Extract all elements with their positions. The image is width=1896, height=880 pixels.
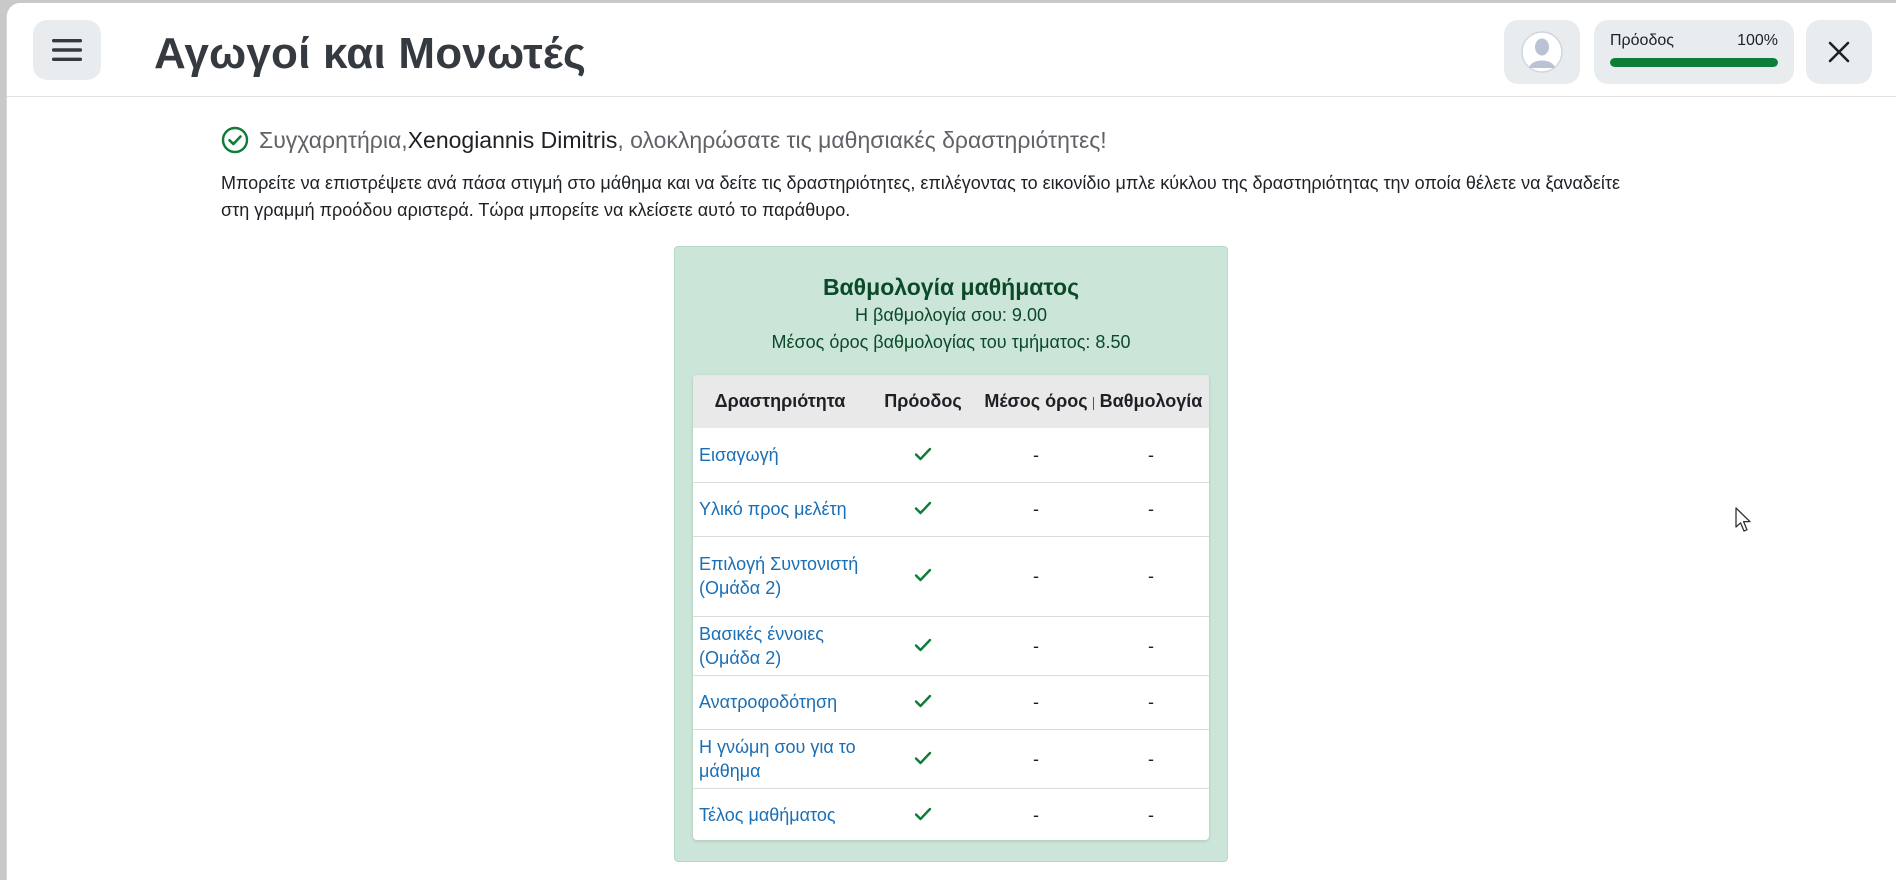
activity-link[interactable]: Βασικές έννοιες (Ομάδα 2)	[693, 616, 867, 676]
average-cell: -	[979, 675, 1093, 730]
check-icon	[914, 501, 932, 515]
instructions-text: Μπορείτε να επιστρέψετε ανά πάσα στιγμή …	[221, 173, 1621, 220]
activities-table-container: Δραστηριότητα Πρόοδος Μέσος όρος Βαθμολο…	[693, 375, 1209, 840]
activities-table: Δραστηριότητα Πρόοδος Μέσος όρος Βαθμολο…	[693, 375, 1209, 840]
table-header-row: Δραστηριότητα Πρόοδος Μέσος όρος Βαθμολο…	[693, 375, 1209, 428]
table-row: Εισαγωγή - -	[693, 428, 1209, 483]
mouse-cursor-icon	[1735, 507, 1751, 532]
progress-cell	[867, 482, 979, 537]
table-row: Επιλογή Συντονιστή (Ομάδα 2) - -	[693, 536, 1209, 617]
progress-label: Πρόοδος	[1610, 32, 1674, 49]
header-progress: Πρόοδος	[884, 391, 962, 411]
congrats-prefix: Συγχαρητήρια,	[259, 126, 408, 153]
average-cell: -	[979, 536, 1093, 617]
activity-link[interactable]: Εισαγωγή	[693, 428, 867, 483]
activity-link[interactable]: Τέλος μαθήματος	[693, 788, 867, 840]
activity-link[interactable]: Η γνώμη σου για το μάθημα	[693, 729, 867, 789]
progress-bar	[1610, 58, 1778, 67]
grade-cell: -	[1093, 675, 1209, 730]
your-grade: Η βαθμολογία σου: 9.00	[855, 305, 1047, 325]
check-icon	[914, 638, 932, 651]
grade-cell: -	[1093, 729, 1209, 789]
hamburger-icon	[52, 39, 82, 61]
check-icon	[914, 751, 932, 764]
average-cell: -	[1033, 805, 1039, 826]
progress-cell	[867, 616, 979, 676]
course-grade-card: Βαθμολογία μαθήματος Η βαθμολογία σου: 9…	[674, 246, 1228, 862]
table-row: Υλικό προς μελέτη - -	[693, 482, 1209, 537]
activity-link[interactable]: Ανατροφοδότηση	[693, 675, 867, 730]
close-icon	[1828, 41, 1850, 63]
top-header: Αγωγοί και Μονωτές Πρόοδος 100%	[7, 3, 1896, 97]
progress-cell	[867, 428, 979, 483]
user-avatar-icon	[1521, 31, 1563, 73]
progress-cell	[867, 788, 979, 840]
grade-cell: -	[1148, 805, 1154, 826]
average-cell: -	[979, 482, 1093, 537]
table-row: Τέλος μαθήματος - -	[693, 788, 1209, 840]
table-row: Βασικές έννοιες (Ομάδα 2) - -	[693, 616, 1209, 676]
menu-button[interactable]	[33, 20, 101, 80]
check-icon	[914, 694, 932, 708]
congrats-suffix: , ολοκληρώσατε τις μαθησιακές δραστηριότ…	[617, 126, 1107, 153]
header-average: Μέσος όρος	[979, 375, 1094, 428]
check-icon	[914, 568, 932, 582]
grade-title: Βαθμολογία μαθήματος	[822, 274, 1080, 300]
progress-percent: 100%	[1737, 32, 1778, 49]
activity-link[interactable]: Επιλογή Συντονιστή (Ομάδα 2)	[693, 536, 867, 617]
average-cell: -	[979, 428, 1093, 483]
table-row: Η γνώμη σου για το μάθημα - -	[693, 729, 1209, 789]
class-average: Μέσος όρος βαθμολογίας του τμήματος: 8.5…	[771, 332, 1131, 352]
header-grade: Βαθμολογία	[1099, 391, 1203, 411]
average-cell: -	[979, 616, 1093, 676]
close-button[interactable]	[1806, 20, 1872, 84]
user-name: Xenogiannis Dimitris	[407, 126, 618, 153]
grade-cell: -	[1093, 482, 1209, 537]
check-icon	[914, 808, 932, 821]
check-icon	[914, 447, 932, 460]
progress-bar-fill	[1610, 58, 1778, 67]
progress-cell	[867, 536, 979, 617]
activity-link[interactable]: Υλικό προς μελέτη	[693, 482, 867, 537]
grade-cell: -	[1093, 428, 1209, 483]
check-circle-icon	[221, 126, 249, 154]
header-activity: Δραστηριότητα	[714, 391, 846, 411]
grade-cell: -	[1093, 616, 1209, 676]
completion-message: Συγχαρητήρια, Xenogiannis Dimitris, ολοκ…	[221, 126, 1107, 154]
progress-cell	[867, 729, 979, 789]
progress-cell	[867, 675, 979, 730]
page-title: Αγωγοί και Μονωτές	[154, 29, 587, 78]
app-window: Αγωγοί και Μονωτές Πρόοδος 100% Συγχαρητ…	[6, 3, 1896, 880]
user-avatar-button[interactable]	[1504, 20, 1580, 84]
course-progress: Πρόοδος 100%	[1594, 20, 1794, 84]
table-row: Ανατροφοδότηση - -	[693, 675, 1209, 730]
average-cell: -	[979, 729, 1093, 789]
grade-cell: -	[1093, 536, 1209, 617]
